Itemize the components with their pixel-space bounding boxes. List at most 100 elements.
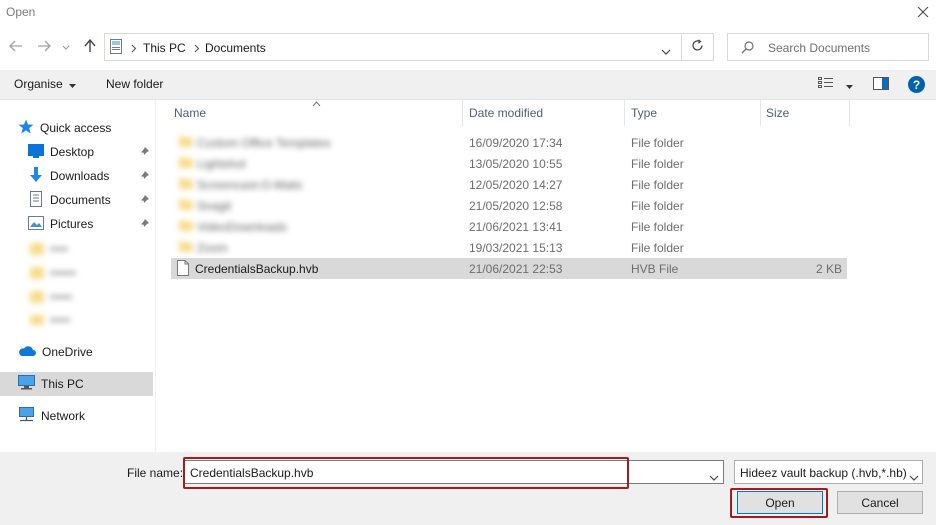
chevron-down-icon [62,40,70,54]
file-type: File folder [631,199,684,213]
breadcrumb-this-pc[interactable]: This PC [143,41,186,55]
sidebar-item-downloads[interactable]: Downloads [28,165,154,187]
pc-icon [110,39,122,57]
column-header-name[interactable]: Name [174,106,206,120]
file-name: Screencast-O-Matic [197,178,304,192]
help-button[interactable]: ? [908,76,925,96]
file-date: 13/05/2020 10:55 [469,157,563,171]
computer-icon [18,375,35,393]
file-name: Lightshot [197,157,246,171]
cancel-button[interactable]: Cancel [837,491,923,514]
file-date: 21/06/2021 22:53 [469,262,563,276]
folder-icon [179,156,193,171]
sidebar-item-label: Pictures [50,217,94,231]
cloud-icon [18,345,36,360]
column-divider[interactable] [624,100,625,126]
column-divider[interactable] [760,100,761,126]
table-row[interactable]: VideoDownloads 21/06/2021 13:41 File fol… [171,216,847,237]
highlight-box [730,488,828,518]
help-icon: ? [908,76,925,96]
column-header-type[interactable]: Type [631,106,657,120]
folder-icon [179,135,193,150]
sidebar-item-onedrive[interactable]: OneDrive [18,341,93,363]
file-type: File folder [631,178,684,192]
new-folder-button[interactable]: New folder [106,77,163,91]
chevron-down-icon[interactable] [661,44,671,58]
column-header-date-modified[interactable]: Date modified [469,106,543,120]
table-row[interactable]: Snagit 21/05/2020 12:58 File folder [171,195,847,216]
sidebar-item-label: Documents [50,193,111,207]
table-row[interactable]: Custom Office Templates 16/09/2020 17:34… [171,132,847,153]
sort-up-icon [312,96,321,110]
sidebar-item-label: Quick access [40,121,112,135]
preview-pane-icon [873,77,889,93]
file-name: VideoDownloads [197,220,287,234]
chevron-right-icon [131,42,137,56]
table-row[interactable]: Screencast-O-Matic 12/05/2020 14:27 File… [171,174,847,195]
highlight-box [183,457,629,489]
file-date: 21/05/2020 12:58 [469,199,563,213]
column-header-size[interactable]: Size [766,106,789,120]
organise-label: Organise [14,77,63,91]
column-divider[interactable] [849,100,850,126]
sidebar-item-quick-access[interactable]: Quick access [18,117,111,139]
sidebar-item-blurred[interactable] [30,241,90,328]
desktop-icon [28,143,44,161]
preview-pane-button[interactable] [873,77,889,93]
folder-icon [179,219,193,234]
breadcrumb-documents[interactable]: Documents [205,41,266,55]
close-icon [917,6,929,21]
table-row[interactable]: Zoom 19/03/2021 15:13 File folder [171,237,847,258]
sidebar-item-documents[interactable]: Documents [28,189,154,211]
chevron-down-icon[interactable] [709,470,719,484]
organise-button[interactable]: Organise [14,77,76,91]
file-type: File folder [631,136,684,150]
table-row[interactable]: Lightshot 13/05/2020 10:55 File folder [171,153,847,174]
file-type-value: Hideez vault backup (.hvb,*.hb) [740,466,906,480]
search-input[interactable]: Search Documents [727,33,929,61]
chevron-right-icon [194,42,200,56]
star-icon [18,119,34,137]
back-button[interactable] [6,37,26,57]
file-size: 2 KB [816,262,843,276]
sidebar-item-this-pc[interactable]: This PC [18,373,84,395]
sidebar-item-label: OneDrive [42,345,93,359]
sidebar-item-label: Network [41,409,86,423]
folder-icon [179,240,193,255]
svg-text:?: ? [913,78,920,92]
table-row-selected[interactable]: CredentialsBackup.hvb 21/06/2021 22:53 H… [171,258,847,279]
search-icon [741,41,754,57]
search-placeholder: Search Documents [768,41,871,55]
file-type-select[interactable]: Hideez vault backup (.hvb,*.hb) [734,460,923,484]
file-type: HVB File [631,262,679,276]
file-date: 16/09/2020 17:34 [469,136,563,150]
pin-icon [140,170,150,184]
folder-icon [179,198,193,213]
sidebar-item-desktop[interactable]: Desktop [28,141,154,163]
close-button[interactable] [912,2,934,24]
window-title: Open [6,5,36,19]
up-button[interactable] [80,37,100,57]
download-icon [28,166,44,186]
refresh-button[interactable] [682,33,714,61]
documents-icon [28,190,44,210]
file-name-label: File name: [127,466,184,480]
column-divider[interactable] [462,100,463,126]
file-name: Custom Office Templates [197,136,331,150]
chevron-down-icon [909,470,919,483]
view-options-button[interactable] [818,76,853,93]
recent-locations-button[interactable] [59,37,73,57]
sidebar-item-network[interactable]: Network [18,405,85,427]
sidebar-item-label: Desktop [50,145,95,159]
file-list: Name Date modified Type Size Custom Offi… [157,100,936,452]
file-name: Snagit [197,199,232,213]
file-name: CredentialsBackup.hvb [195,262,319,276]
navigation-pane: Quick access Desktop Downloads Documents [0,100,156,452]
file-date: 12/05/2020 14:27 [469,178,563,192]
address-bar[interactable]: This PC Documents [104,33,682,61]
file-type: File folder [631,157,684,171]
sidebar-item-pictures[interactable]: Pictures [28,213,154,235]
forward-button[interactable] [34,37,54,57]
file-type: File folder [631,241,684,255]
pin-icon [140,218,150,232]
